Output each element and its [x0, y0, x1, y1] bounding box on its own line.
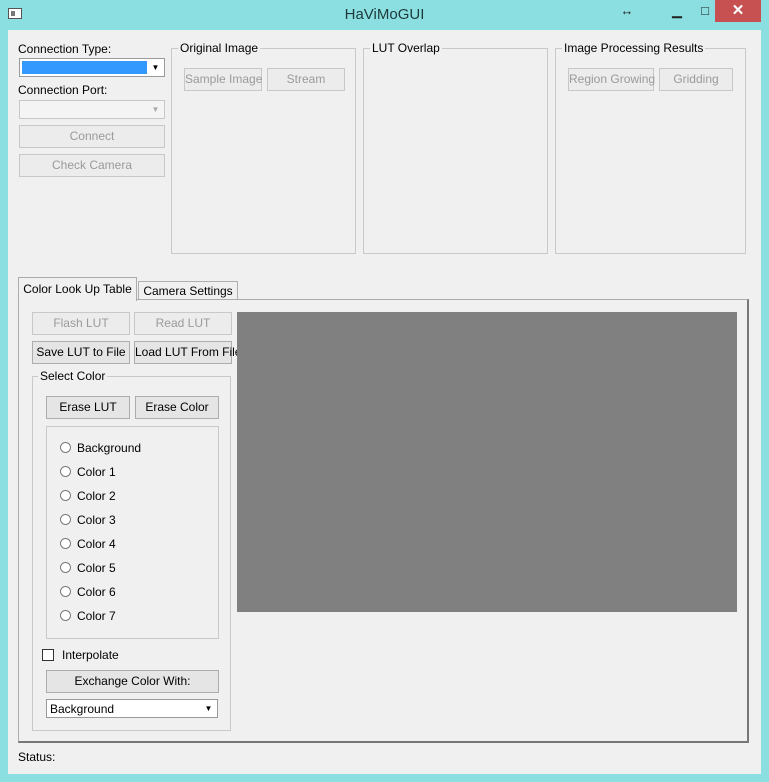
original-image-title: Original Image [178, 41, 261, 55]
chevron-down-icon[interactable]: ▼ [201, 701, 216, 716]
flash-lut-button[interactable]: Flash LUT [32, 312, 130, 335]
load-lut-button[interactable]: Load LUT From File [134, 341, 241, 364]
tab-camera-settings[interactable]: Camera Settings [138, 281, 238, 300]
select-color-group: Select Color Erase LUT Erase Color Backg… [32, 369, 231, 731]
connection-port-label: Connection Port: [18, 83, 108, 97]
close-icon[interactable]: ✕ [715, 0, 761, 22]
lut-preview-image[interactable] [237, 312, 737, 612]
interpolate-checkbox[interactable] [42, 649, 54, 661]
connection-type-selection [22, 61, 147, 74]
radio-label: Color 5 [77, 561, 116, 575]
title-bar[interactable]: HaViMoGUI ↔ ▁ □ ✕ [0, 0, 769, 30]
stream-button[interactable]: Stream [267, 68, 345, 91]
processing-results-group: Image Processing Results Region Growing … [555, 41, 746, 254]
chevron-down-icon[interactable]: ▼ [148, 102, 163, 117]
lut-overlap-title: LUT Overlap [370, 41, 442, 55]
gridding-button[interactable]: Gridding [659, 68, 733, 91]
interpolate-label: Interpolate [62, 648, 119, 662]
save-lut-button[interactable]: Save LUT to File [32, 341, 130, 364]
radio-label: Color 2 [77, 489, 116, 503]
radio-label: Color 6 [77, 585, 116, 599]
exchange-color-value: Background [50, 702, 115, 716]
connection-port-dropdown[interactable]: ▼ [19, 100, 165, 119]
exchange-color-dropdown[interactable]: Background ▼ [46, 699, 218, 718]
color-radio-group: Background Color 1 Color 2 Color 3 Color… [46, 426, 219, 639]
radio-button[interactable] [60, 466, 71, 477]
radio-button[interactable] [60, 610, 71, 621]
erase-lut-button[interactable]: Erase LUT [46, 396, 130, 419]
select-color-title: Select Color [38, 369, 108, 383]
read-lut-button[interactable]: Read LUT [134, 312, 232, 335]
check-camera-button[interactable]: Check Camera [19, 154, 165, 177]
radio-button[interactable] [60, 562, 71, 573]
region-growing-button[interactable]: Region Growing [568, 68, 655, 91]
radio-label: Color 3 [77, 513, 116, 527]
connection-type-label: Connection Type: [18, 42, 112, 56]
lut-overlap-group: LUT Overlap [363, 41, 548, 254]
radio-button[interactable] [60, 442, 71, 453]
processing-results-title: Image Processing Results [562, 41, 706, 55]
tab-panel: Flash LUT Read LUT Save LUT to File Load… [18, 299, 749, 743]
exchange-color-button[interactable]: Exchange Color With: [46, 670, 219, 693]
radio-label: Color 7 [77, 609, 116, 623]
client-area: Connection Type: ▼ Connection Port: ▼ Co… [8, 30, 761, 774]
radio-button[interactable] [60, 586, 71, 597]
tab-color-lookup-table[interactable]: Color Look Up Table [18, 277, 137, 301]
radio-label: Color 4 [77, 537, 116, 551]
resize-icon[interactable]: ↔ [610, 0, 644, 22]
sample-image-button[interactable]: Sample Image [184, 68, 262, 91]
status-label: Status: [18, 750, 56, 764]
radio-label: Color 1 [77, 465, 116, 479]
connection-type-dropdown[interactable]: ▼ [19, 58, 165, 77]
radio-button[interactable] [60, 490, 71, 501]
connect-button[interactable]: Connect [19, 125, 165, 148]
radio-button[interactable] [60, 538, 71, 549]
radio-button[interactable] [60, 514, 71, 525]
window-title: HaViMoGUI [344, 6, 425, 23]
chevron-down-icon[interactable]: ▼ [148, 60, 163, 75]
erase-color-button[interactable]: Erase Color [135, 396, 219, 419]
radio-label: Background [77, 441, 142, 455]
original-image-group: Original Image Sample Image Stream [171, 41, 356, 254]
